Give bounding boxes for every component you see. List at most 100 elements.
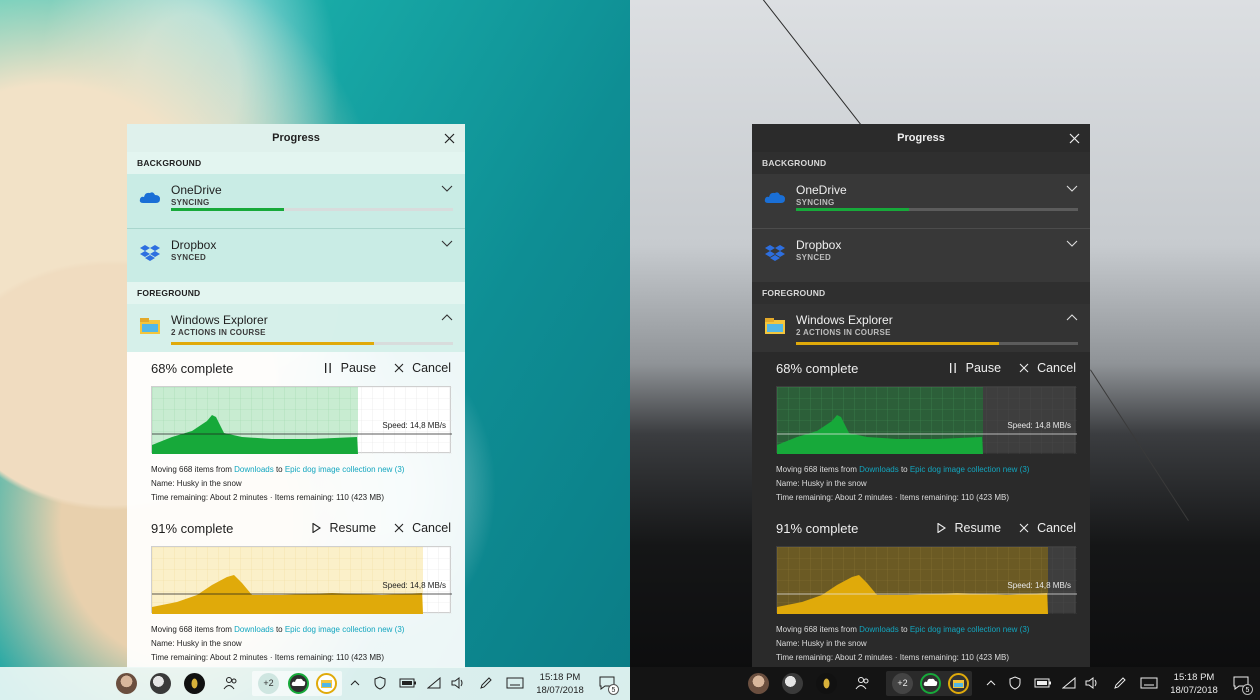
chevron-down-icon [441,185,453,192]
file-explorer-tray-icon[interactable] [948,673,969,694]
job-percent: 68% complete [151,360,234,376]
close-button[interactable] [1066,130,1082,146]
speed-label: Speed: 14,8 MB/s [382,421,446,430]
keyboard-icon[interactable] [506,674,524,692]
foreground-section: Windows Explorer 2 ACTIONS IN COURSE [127,304,465,352]
job-percent: 91% complete [151,520,234,536]
cancel-label: Cancel [412,521,451,535]
moving-line: Moving 668 items from Downloads to Epic … [776,463,1076,477]
chevron-up-icon[interactable] [982,674,1000,692]
app-icon[interactable] [184,673,205,694]
moving-prefix: Moving 668 items from [776,465,860,474]
contact-avatar[interactable] [782,673,803,694]
people-icon[interactable] [222,674,240,692]
onedrive-item[interactable]: OneDrive SYNCING [127,174,465,228]
moving-prefix: Moving 668 items from [776,625,860,634]
to-word: to [273,465,285,474]
pen-icon[interactable] [1111,674,1129,692]
folder-icon [765,318,785,334]
security-shield-icon[interactable] [1006,674,1024,692]
contact-avatar[interactable] [150,673,171,694]
battery-icon[interactable] [399,674,417,692]
chevron-down-icon [1066,240,1078,247]
copy-job: 68% complete Pause Cancel Speed: 14,8 MB… [752,352,1090,512]
volume-icon[interactable] [449,674,467,692]
item-status: SYNCING [171,198,210,207]
item-title: Dropbox [171,238,217,252]
clock[interactable]: 15:18 PM 18/07/2018 [534,671,586,697]
item-title: OneDrive [171,183,222,197]
foreground-section: Windows Explorer 2 ACTIONS IN COURSE [752,304,1090,352]
chevron-down-icon [441,240,453,247]
dropbox-item[interactable]: Dropbox SYNCED [127,228,465,282]
source-link[interactable]: Downloads [234,465,274,474]
job-percent: 68% complete [776,360,859,376]
cancel-button[interactable]: Cancel [392,361,451,375]
avatar[interactable] [116,673,137,694]
copy-job: 68% complete Pause Cancel Speed: 14,8 MB… [127,352,465,512]
keyboard-icon[interactable] [1140,674,1158,692]
notification-badge: 5 [1242,684,1253,695]
onedrive-item[interactable]: OneDrive SYNCING [752,174,1090,228]
file-explorer-tray-icon[interactable] [316,673,337,694]
avatar[interactable] [748,673,769,694]
progress-flyout-light: Progress BACKGROUND OneDrive SYNCING Dro… [127,124,465,668]
item-title: OneDrive [796,183,847,197]
resume-button[interactable]: Resume [935,521,1001,535]
people-icon[interactable] [854,674,872,692]
play-icon [312,523,322,533]
source-link[interactable]: Downloads [234,625,274,634]
section-foreground-label: FOREGROUND [752,282,1090,304]
source-link[interactable]: Downloads [859,625,899,634]
clock[interactable]: 15:18 PM 18/07/2018 [1168,671,1220,697]
cancel-button[interactable]: Cancel [1017,361,1076,375]
sync-progress-bar [796,208,1078,211]
progress-flyout-dark: Progress BACKGROUND OneDrive SYNCING Dro… [752,124,1090,668]
item-title: Dropbox [796,238,842,252]
battery-icon[interactable] [1034,674,1052,692]
cancel-icon [1019,523,1029,533]
close-icon [1069,133,1079,143]
volume-icon[interactable] [1083,674,1101,692]
windows-explorer-item[interactable]: Windows Explorer 2 ACTIONS IN COURSE [127,304,465,352]
speed-label: Speed: 14,8 MB/s [1007,421,1071,430]
cancel-button[interactable]: Cancel [1017,521,1076,535]
wifi-icon[interactable] [1060,674,1078,692]
dropbox-item[interactable]: Dropbox SYNCED [752,228,1090,282]
security-shield-icon[interactable] [371,674,389,692]
sync-progress-bar [171,208,453,211]
cancel-icon [394,363,404,373]
close-button[interactable] [441,130,457,146]
overflow-counter[interactable]: +2 [892,673,913,694]
wifi-icon[interactable] [425,674,443,692]
item-status: SYNCED [796,253,832,262]
date: 18/07/2018 [536,685,584,696]
chevron-up-icon [441,314,453,321]
destination-link[interactable]: Epic dog image collection new (3) [910,465,1030,474]
time: 15:18 PM [539,672,581,683]
overflow-counter[interactable]: +2 [258,673,279,694]
app-icon[interactable] [816,673,837,694]
cancel-label: Cancel [1037,361,1076,375]
action-center-icon[interactable]: 5 [598,674,619,695]
taskbar-dark: +2 15:18 PM 18/07/2018 5 [630,667,1260,700]
pen-icon[interactable] [477,674,495,692]
destination-link[interactable]: Epic dog image collection new (3) [285,465,405,474]
speed-label: Speed: 14,8 MB/s [382,581,446,590]
chevron-up-icon[interactable] [346,674,364,692]
action-center-icon[interactable]: 5 [1232,674,1253,695]
onedrive-tray-icon[interactable] [920,673,941,694]
cancel-icon [1019,363,1029,373]
onedrive-tray-icon[interactable] [288,673,309,694]
background-section: OneDrive SYNCING Dropbox SYNCED [752,174,1090,282]
pause-button[interactable]: Pause [321,361,376,375]
destination-link[interactable]: Epic dog image collection new (3) [285,625,405,634]
pause-button[interactable]: Pause [946,361,1001,375]
cancel-button[interactable]: Cancel [392,521,451,535]
windows-explorer-item[interactable]: Windows Explorer 2 ACTIONS IN COURSE [752,304,1090,352]
destination-link[interactable]: Epic dog image collection new (3) [910,625,1030,634]
source-link[interactable]: Downloads [859,465,899,474]
item-status: SYNCING [796,198,835,207]
onedrive-cloud-icon [764,192,785,203]
resume-button[interactable]: Resume [310,521,376,535]
